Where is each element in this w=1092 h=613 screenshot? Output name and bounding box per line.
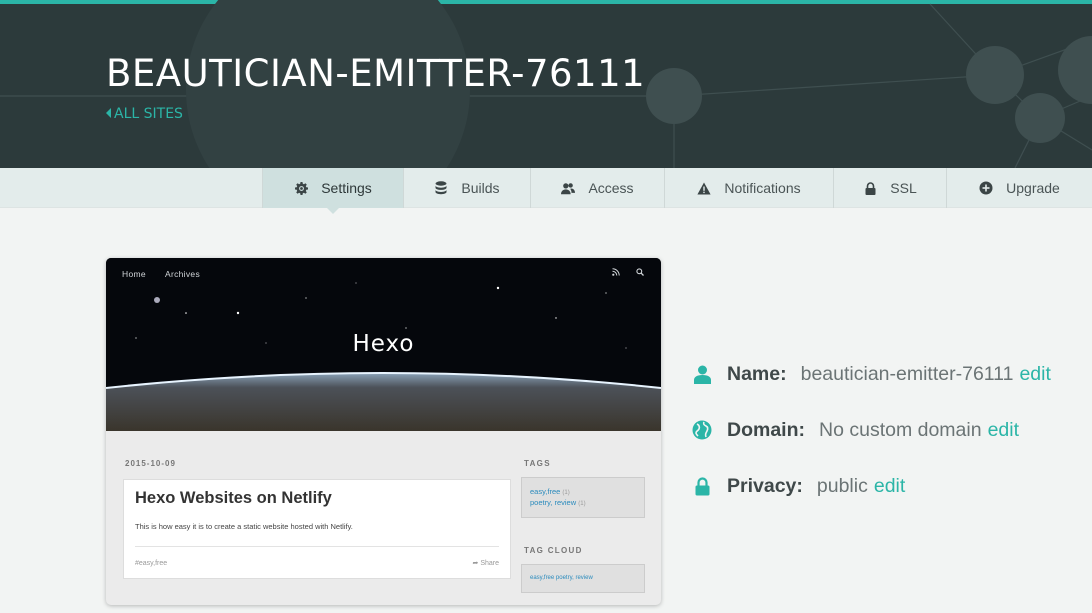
share-link[interactable]: ➦ Share [473, 559, 500, 567]
tag-cloud-heading: TAG CLOUD [524, 546, 583, 555]
privacy-value: public [816, 474, 868, 497]
tag-count: (1) [578, 501, 586, 507]
post-title[interactable]: Hexo Websites on Netlify [135, 489, 332, 508]
name-row: Name: beautician-emitter-76111 edit [692, 361, 1051, 387]
edit-name-link[interactable]: edit [1019, 363, 1050, 386]
tag-name: easy,free [530, 487, 561, 496]
all-sites-link[interactable]: ALL SITES [106, 106, 183, 122]
divider [135, 546, 499, 547]
tags-heading: TAGS [524, 459, 551, 468]
domain-label: Domain: [727, 418, 805, 441]
site-title: BEAUTICIAN-EMITTER-76111 [106, 52, 646, 95]
plus-circle-icon [979, 181, 993, 195]
tag-cloud-box: easy,free poetry, review [521, 564, 645, 593]
blog-nav-home[interactable]: Home [122, 269, 146, 279]
warning-icon [697, 181, 711, 195]
users-icon [561, 181, 576, 195]
domain-value: No custom domain [819, 418, 982, 441]
tag-item[interactable]: poetry, review (1) [530, 498, 586, 507]
name-label: Name: [727, 362, 787, 385]
blog-title: Hexo [352, 331, 415, 357]
privacy-label: Privacy: [727, 474, 803, 497]
blog-nav-archives[interactable]: Archives [165, 269, 200, 279]
gear-icon [294, 181, 308, 195]
settings-nav: Settings Builds Access Notifications SSL… [0, 168, 1092, 214]
privacy-row: Privacy: public edit [692, 473, 905, 499]
tab-settings-label: Settings [321, 180, 372, 196]
name-value: beautician-emitter-76111 [800, 362, 1014, 385]
tab-upgrade[interactable]: Upgrade [946, 168, 1092, 208]
edit-domain-link[interactable]: edit [988, 419, 1019, 442]
domain-row: Domain: No custom domain edit [692, 417, 1019, 443]
tab-ssl-label: SSL [890, 180, 917, 196]
tab-notifications[interactable]: Notifications [664, 168, 833, 208]
globe-icon [692, 420, 712, 440]
tag-count: (1) [562, 490, 570, 496]
post-excerpt: This is how easy it is to create a stati… [135, 522, 353, 531]
user-icon [692, 364, 712, 384]
site-header: BEAUTICIAN-EMITTER-76111 ALL SITES [0, 0, 1092, 168]
database-icon [434, 181, 448, 195]
lock-icon [863, 181, 877, 195]
tag-cloud[interactable]: easy,free poetry, review [530, 575, 593, 581]
post-card: Hexo Websites on Netlify This is how eas… [123, 479, 511, 579]
all-sites-label: ALL SITES [114, 106, 183, 122]
tab-builds-label: Builds [461, 180, 500, 196]
blog-banner: Home Archives Hexo [106, 258, 661, 431]
post-date: 2015-10-09 [125, 459, 176, 468]
post-tag[interactable]: #easy,free [135, 560, 167, 567]
site-preview-screenshot[interactable]: Home Archives Hexo 2015-10-09 Hexo Websi… [106, 258, 661, 605]
tag-name: poetry, review [530, 498, 577, 507]
share-label: Share [480, 560, 499, 567]
tab-upgrade-label: Upgrade [1006, 180, 1060, 196]
lock-icon [692, 476, 712, 496]
tab-ssl[interactable]: SSL [833, 168, 946, 208]
tab-builds[interactable]: Builds [403, 168, 530, 208]
tab-settings[interactable]: Settings [262, 168, 403, 214]
tab-notifications-label: Notifications [724, 180, 801, 196]
tags-box: easy,free (1) poetry, review (1) [521, 477, 645, 518]
caret-left-icon [106, 108, 111, 118]
tab-access[interactable]: Access [530, 168, 664, 208]
edit-privacy-link[interactable]: edit [874, 475, 905, 498]
tab-access-label: Access [588, 180, 634, 196]
tag-item[interactable]: easy,free (1) [530, 487, 570, 496]
